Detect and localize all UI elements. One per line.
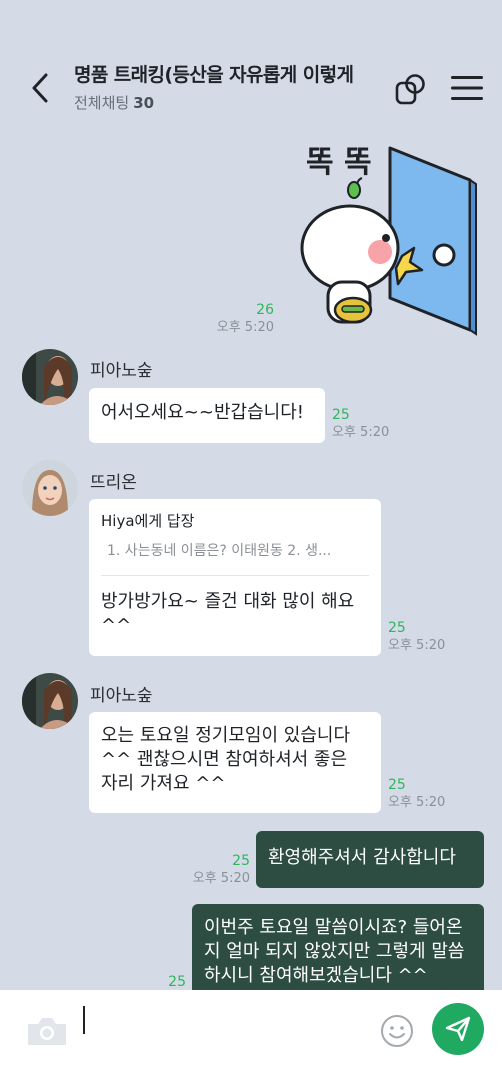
subtitle-text: 전체채팅 [74, 94, 130, 112]
message-text: 방가방가요~ 즐건 대화 많이 해요 ^^ [101, 591, 355, 636]
sender-name: 뜨리온 [90, 473, 137, 493]
my-message-bubble[interactable]: 환영해주셔서 감사합니다 [256, 831, 484, 888]
reply-divider [101, 575, 369, 576]
chat-header: 명품 트래킹(등산을 자유롭게 이렇게 전체채팅 30 [0, 0, 502, 135]
message-meta: 25 오후 5:20 [388, 777, 458, 811]
read-count: 25 [168, 974, 186, 990]
reply-quote[interactable]: 1. 사는동네 이름은? 이태원동 2. 생... [101, 539, 369, 563]
read-count: 25 [388, 777, 406, 793]
message-bubble[interactable]: 어서오세요~~반갑습니다! [89, 388, 325, 443]
reply-target[interactable]: Hiya에게 답장 [101, 509, 369, 533]
menu-icon[interactable] [450, 75, 484, 101]
member-count: 30 [133, 94, 155, 112]
message-bubble[interactable]: 오는 토요일 정기모임이 있습니다 ^^ 괜찮으시면 참여하셔서 좋은 자리 가… [89, 712, 381, 813]
message-meta: 25 오후 5:20 [332, 407, 402, 441]
message-text: 오는 토요일 정기모임이 있습니다 ^^ 괜찮으시면 참여하셔서 좋은 자리 가… [101, 725, 351, 794]
my-message-bubble[interactable]: 이번주 토요일 말씀이시죠? 들어온지 얼마 되지 않았지만 그렇게 말씀하시니… [192, 904, 484, 990]
message-time: 오후 5:20 [388, 795, 446, 810]
send-button[interactable] [432, 1003, 484, 1055]
sticker-meta: 26 오후 5:20 [210, 302, 274, 336]
message-meta: 25 [150, 974, 186, 990]
avatar-tteurion[interactable] [22, 460, 78, 516]
chat-message-list[interactable]: 26 오후 5:20 똑 똑 피아노숲 어서오세요~~반갑습니다! 25 오후 … [0, 135, 502, 990]
message-text: 이번주 토요일 말씀이시죠? 들어온지 얼마 되지 않았지만 그렇게 말씀하시니… [204, 917, 465, 986]
message-input-field[interactable] [83, 1006, 85, 1034]
message-time: 오후 5:20 [192, 871, 250, 886]
profile-photo [22, 460, 78, 516]
read-count: 25 [388, 620, 406, 636]
back-arrow-icon[interactable] [26, 70, 56, 106]
sticker-text: 똑 똑 [306, 145, 372, 180]
camera-icon[interactable] [26, 1015, 68, 1047]
reply-message-bubble[interactable]: Hiya에게 답장 1. 사는동네 이름은? 이태원동 2. 생... 방가방가… [89, 499, 381, 656]
read-count: 25 [232, 853, 250, 869]
message-text: 어서오세요~~반갑습니다! [101, 402, 304, 423]
message-time: 오후 5:20 [388, 638, 446, 653]
message-time: 오후 5:20 [216, 320, 274, 335]
avatar-pianosup[interactable] [22, 673, 78, 729]
message-time: 오후 5:20 [332, 425, 390, 440]
profile-photo [22, 349, 78, 405]
sender-name: 피아노숲 [90, 361, 153, 381]
chat-room-title[interactable]: 명품 트래킹(등산을 자유롭게 이렇게 [74, 60, 364, 87]
send-icon [445, 1016, 471, 1042]
avatar-pianosup[interactable] [22, 349, 78, 405]
openchat-icon[interactable] [394, 72, 428, 106]
knock-door-sticker[interactable]: 똑 똑 [298, 140, 478, 340]
member-count-label[interactable]: 전체채팅 30 [74, 92, 154, 113]
read-count: 25 [332, 407, 350, 423]
message-meta: 25 오후 5:20 [388, 620, 458, 654]
read-count: 26 [256, 302, 274, 318]
sender-name: 피아노숲 [90, 686, 153, 706]
message-text: 환영해주셔서 감사합니다 [268, 847, 456, 868]
message-meta: 25 오후 5:20 [180, 853, 250, 887]
emoji-icon[interactable] [380, 1014, 414, 1048]
profile-photo [22, 673, 78, 729]
message-input-bar [0, 990, 502, 1069]
